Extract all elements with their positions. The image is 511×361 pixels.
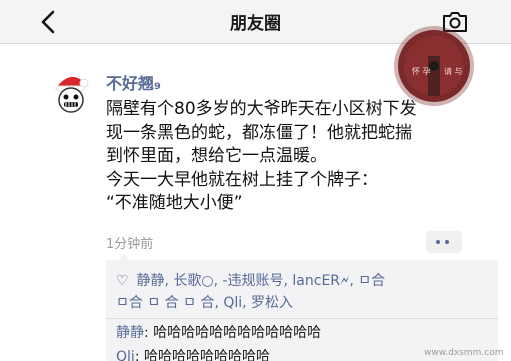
post-author-name[interactable]: 不好翘₉ — [106, 70, 161, 94]
dot-icon — [436, 240, 440, 244]
floating-badge-art: 怀 孕 请 与 — [404, 36, 464, 96]
camera-icon — [443, 12, 467, 32]
comment-text: 哈哈哈哈哈哈哈哈哈哈哈哈 — [153, 325, 322, 341]
likes-list: ♡ 静静, 长歌○, -违规账号, lancER🗲, ㅁ合 ㅁ合 ㅁ 合 ㅁ 合… — [116, 270, 496, 314]
dot-icon — [445, 240, 449, 244]
site-watermark: www.dxsmm.com — [424, 348, 504, 358]
camera-button[interactable] — [441, 10, 469, 34]
badge-left-text: 怀 孕 — [412, 66, 431, 76]
post-line: 隔壁有个80多岁的大爷昨天在小区树下发 — [106, 99, 417, 119]
post-line: 今天一大早他就在树上挂了个牌子： — [106, 169, 378, 190]
comment-item[interactable]: 静静: 哈哈哈哈哈哈哈哈哈哈哈哈 — [116, 322, 321, 342]
post-line: 到怀里面，想给它一点温暖。 — [106, 146, 327, 166]
likes-line[interactable]: ㅁ合 ㅁ 合 ㅁ 合, Qli, 罗松入 — [116, 295, 293, 311]
comment-item[interactable]: Qli: 哈哈哈哈哈哈哈哈哈 — [116, 346, 270, 361]
badge-right-text: 请 与 — [444, 66, 463, 76]
heart-icon: ♡ — [116, 273, 129, 289]
post-text: 隔壁有个80多岁的大爷昨天在小区树下发 现一条黑色的蛇，都冻僵了！他就把蛇揣 到… — [106, 98, 496, 216]
comment-author[interactable]: 静静 — [116, 325, 144, 341]
likes-line[interactable]: 静静, 长歌○, -违规账号, lancER🗲, ㅁ合 — [136, 273, 385, 289]
comment-colon: : — [134, 349, 144, 361]
comment-author[interactable]: Qli — [116, 349, 135, 361]
post-timestamp: 1分钟前 — [106, 237, 154, 252]
post-line: 现一条黑色的蛇，都冻僵了！他就把蛇揣 — [106, 122, 412, 143]
more-options-button[interactable] — [426, 231, 462, 253]
divider — [106, 318, 498, 319]
comment-colon: : — [144, 325, 154, 341]
comment-text: 哈哈哈哈哈哈哈哈哈 — [143, 349, 270, 361]
post-line: “不准随地大小便” — [106, 193, 243, 213]
likes-comments-box: ♡ 静静, 长歌○, -违规账号, lancER🗲, ㅁ合 ㅁ合 ㅁ 合 ㅁ 合… — [106, 254, 498, 361]
santa-avatar-icon — [48, 70, 94, 116]
avatar[interactable] — [48, 70, 94, 116]
moments-screen: 朋友圈 怀 孕 请 与 不好翘₉ 隔壁有个80多岁的大爷昨天在小区树下发 现一条… — [0, 0, 511, 361]
floating-image-badge[interactable]: 怀 孕 请 与 — [398, 30, 470, 102]
